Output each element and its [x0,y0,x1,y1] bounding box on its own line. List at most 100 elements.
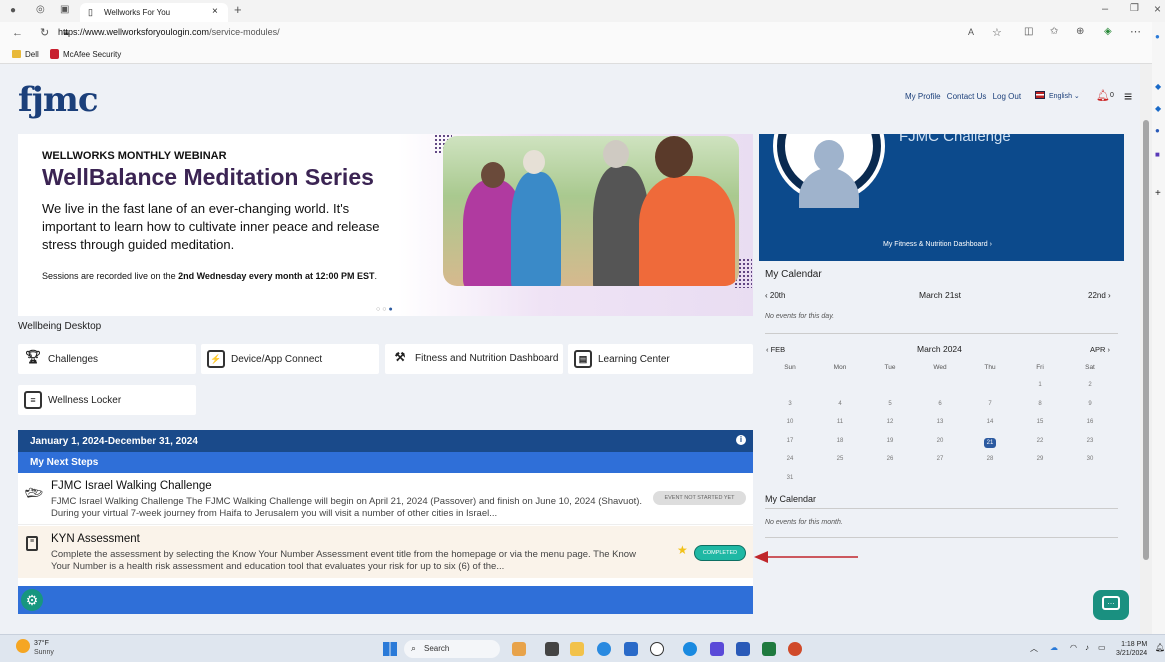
chat-button[interactable]: … [1093,590,1129,620]
calendar-day[interactable]: 5 [865,401,915,420]
calendar-day[interactable]: 2 [1065,382,1115,401]
copilot-icon[interactable]: ◆ [1155,82,1161,91]
clock[interactable]: 1:18 PM 3/21/2024 [1116,640,1147,658]
calendar-day[interactable]: 27 [915,456,965,475]
store-icon[interactable] [624,642,638,656]
calendar-day[interactable]: 31 [765,475,815,494]
calendar-day[interactable]: 11 [815,419,865,438]
calendar-day[interactable]: 17 [765,438,815,457]
teams-icon[interactable] [710,642,724,656]
favorites-icon[interactable]: ✩ [1050,26,1058,37]
volume-icon[interactable]: ♪ [1085,643,1089,652]
page-scrollbar[interactable] [1140,64,1152,634]
search-icon[interactable]: ● [1155,32,1160,41]
word-icon[interactable] [736,642,750,656]
calendar-day[interactable]: 30 [1065,456,1115,475]
calendar-day[interactable]: 1 [1015,382,1065,401]
wifi-icon[interactable]: ◠ [1070,643,1077,652]
info-icon[interactable]: i [736,435,746,445]
calendar-day[interactable]: 21 [965,437,1015,457]
calendar-day[interactable]: 14 [965,419,1015,438]
shopping-icon[interactable]: ◆ [1155,104,1161,113]
favorite-dell[interactable]: Dell [25,50,39,59]
collections-icon[interactable]: ◎ [36,4,45,15]
avatar[interactable] [777,134,881,208]
gear-icon[interactable]: ⚙ [21,589,43,611]
tile-wellness-locker[interactable]: ≡ Wellness Locker [18,385,196,415]
people-icon[interactable] [683,642,697,656]
tile-challenges[interactable]: 🏆︎ Challenges [18,344,196,374]
calendar-day[interactable]: 23 [1065,438,1115,457]
dashboard-link[interactable]: My Fitness & Nutrition Dashboard › [883,241,992,248]
onedrive-icon[interactable]: ☁ [1050,643,1058,652]
collections-bar-icon[interactable]: ⊕ [1076,26,1084,37]
scrollbar-thumb[interactable] [1143,120,1149,560]
excel-icon[interactable] [762,642,776,656]
favorite-mcafee[interactable]: McAfee Security [63,50,121,59]
calendar-day[interactable]: 3 [765,401,815,420]
chevron-up-icon[interactable]: ︿ [1030,643,1038,654]
back-icon[interactable]: ← [12,27,23,39]
teams-icon[interactable]: ■ [1155,150,1160,159]
calendar-day[interactable]: 7 [965,401,1015,420]
favorite-star-icon[interactable]: ☆ [992,26,1002,39]
browser-tab[interactable]: ▯ Wellworks For You × [80,3,228,22]
calendar-day[interactable]: 12 [865,419,915,438]
list-item[interactable]: 👟︎ FJMC Israel Walking Challenge FJMC Is… [18,473,753,525]
add-icon[interactable]: + [1155,188,1161,199]
calendar-day[interactable]: 25 [815,456,865,475]
tile-device-app-connect[interactable]: ⚡ Device/App Connect [201,344,379,374]
tile-fitness-nutrition[interactable]: ⚒ Fitness and Nutrition Dashboard [385,344,563,374]
close-window-icon[interactable]: × [1154,2,1161,16]
log-out-link[interactable]: Log Out [993,92,1021,101]
calendar-day[interactable]: 19 [865,438,915,457]
url-field[interactable]: https://www.wellworksforyoulogin.com/ser… [58,27,280,37]
calendar-day[interactable]: 29 [1015,456,1065,475]
tab-actions-icon[interactable]: ▣ [60,4,69,15]
next-day-link[interactable]: 22nd › [1088,291,1111,300]
calendar-day[interactable]: 15 [1015,419,1065,438]
calendar-day[interactable]: 8 [1015,401,1065,420]
profile-icon[interactable]: ● [10,5,16,16]
notification-bell-icon[interactable]: 🔔︎ [1155,643,1165,652]
search-box[interactable]: ⌕ Search [404,640,500,658]
battery-icon[interactable]: ▭ [1098,643,1106,652]
edge-icon[interactable] [597,642,611,656]
list-item[interactable]: ≡ KYN Assessment Complete the assessment… [18,526,753,578]
language-select[interactable]: English ⌄ [1049,92,1080,100]
read-aloud-icon[interactable]: A [968,27,974,37]
menu-icon[interactable]: ≡ [1124,88,1132,104]
powerpoint-icon[interactable] [788,642,802,656]
calendar-day[interactable]: 16 [1065,419,1115,438]
calendar-day[interactable]: 26 [865,456,915,475]
contact-us-link[interactable]: Contact Us [947,92,987,101]
prev-month-link[interactable]: ‹ FEB [766,345,785,354]
webinar-banner[interactable]: WELLWORKS MONTHLY WEBINAR WellBalance Me… [18,134,753,316]
tile-learning-center[interactable]: ▤ Learning Center [568,344,753,374]
split-screen-icon[interactable]: ◫ [1024,26,1033,37]
calendar-day[interactable]: 20 [915,438,965,457]
next-month-link[interactable]: APR › [1090,345,1110,354]
task-view-icon[interactable] [545,642,559,656]
windows-start-icon[interactable] [383,642,397,656]
restore-icon[interactable]: ❐ [1130,3,1139,14]
extension-icon[interactable]: ◈ [1104,26,1112,37]
calendar-day[interactable]: 18 [815,438,865,457]
carousel-dots[interactable]: ○○● [376,306,395,313]
minimize-icon[interactable]: – [1102,3,1108,15]
more-icon[interactable]: ⋯ [1130,25,1141,38]
file-explorer-icon[interactable] [570,642,584,656]
bell-icon[interactable]: 🔔︎ [1096,89,1110,102]
dell-icon[interactable] [650,642,664,656]
calendar-day[interactable]: 10 [765,419,815,438]
close-tab-icon[interactable]: × [212,6,218,17]
calendar-day[interactable]: 6 [915,401,965,420]
prev-day-link[interactable]: ‹ 20th [765,291,785,300]
weather-icon[interactable] [16,639,30,653]
calendar-day[interactable]: 24 [765,456,815,475]
calendar-day[interactable]: 9 [1065,401,1115,420]
star-icon[interactable]: ★ [677,543,688,557]
calendar-day[interactable]: 28 [965,456,1015,475]
new-tab-icon[interactable]: + [234,2,242,17]
refresh-icon[interactable]: ↻ [40,26,49,39]
